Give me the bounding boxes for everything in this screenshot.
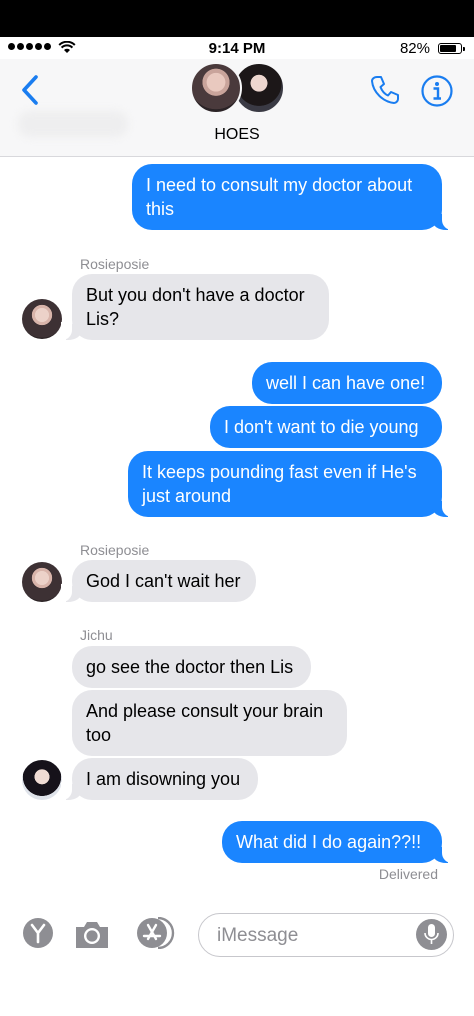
status-bar: 9:14 PM 82% — [0, 37, 474, 59]
microphone-button[interactable] — [416, 919, 447, 950]
message-outgoing[interactable]: well I can have one! — [252, 362, 442, 404]
avatar-jichu[interactable] — [22, 760, 62, 800]
message-incoming[interactable]: I am disowning you — [61, 758, 258, 800]
message-incoming[interactable]: And please consult your brain too — [72, 690, 347, 756]
info-icon[interactable] — [420, 74, 454, 108]
message-incoming[interactable]: go see the doctor then Lis — [72, 646, 311, 688]
conversation-header: HOES — [0, 59, 474, 157]
sender-name: Rosieposie — [80, 542, 150, 558]
memoji-app-icon[interactable] — [22, 917, 54, 949]
message-input-placeholder: iMessage — [217, 925, 299, 946]
battery-icon — [438, 43, 465, 54]
top-black-bar — [0, 0, 474, 37]
message-outgoing[interactable]: I need to consult my doctor about this — [132, 164, 453, 230]
group-title[interactable]: HOES — [0, 126, 474, 144]
phone-icon[interactable] — [368, 73, 402, 107]
avatar-rosieposie[interactable] — [22, 562, 62, 602]
avatar-rosieposie[interactable] — [22, 299, 62, 339]
delivered-status: Delivered — [378, 866, 438, 882]
message-outgoing[interactable]: I don't want to die young — [210, 406, 442, 448]
sender-name: Rosieposie — [80, 256, 150, 272]
microphone-icon — [424, 924, 439, 944]
back-chevron-icon[interactable] — [16, 73, 44, 107]
compose-bar: iMessage — [0, 903, 474, 961]
message-input[interactable]: iMessage — [198, 913, 454, 957]
camera-icon[interactable] — [73, 918, 111, 950]
message-outgoing[interactable]: What did I do again??!! — [222, 821, 453, 863]
sender-name: Jichu — [80, 627, 113, 643]
app-store-icon[interactable] — [134, 917, 178, 949]
battery-percent: 82% — [399, 40, 430, 57]
group-avatar-rosie[interactable] — [190, 62, 242, 114]
message-incoming[interactable]: But you don't have a doctor Lis? — [61, 274, 329, 340]
message-outgoing[interactable]: It keeps pounding fast even if He's just… — [128, 451, 453, 517]
message-incoming[interactable]: God I can't wait her — [61, 560, 256, 602]
